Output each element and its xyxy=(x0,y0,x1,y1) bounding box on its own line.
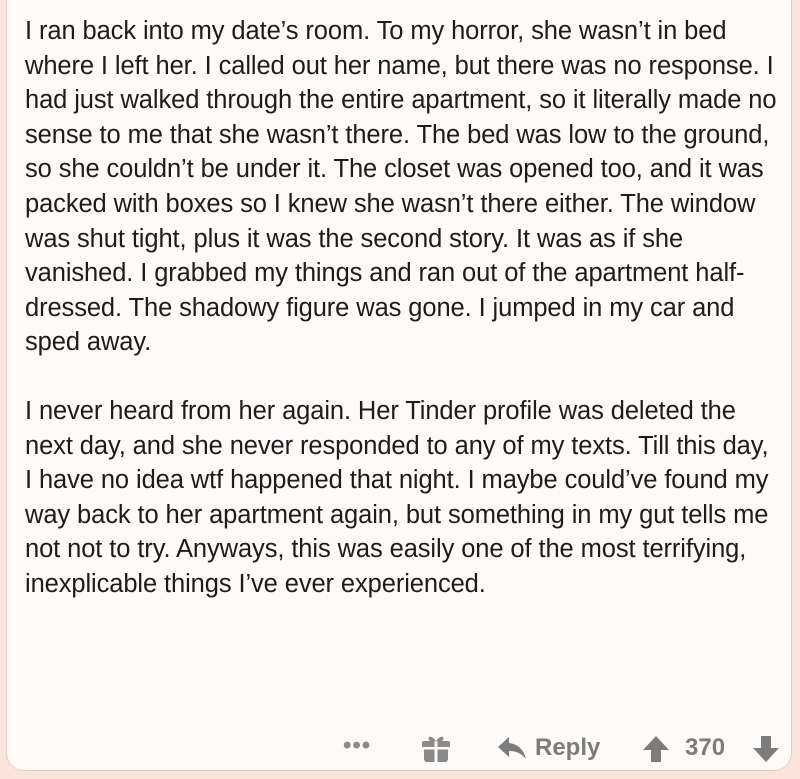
comment-paragraph-1: I ran back into my date’s room. To my ho… xyxy=(25,17,777,357)
downvote-arrow-icon[interactable] xyxy=(751,734,781,764)
reply-arrow-icon xyxy=(498,737,526,759)
reply-label: Reply xyxy=(535,734,601,761)
upvote-arrow-icon[interactable] xyxy=(641,734,671,764)
gift-icon[interactable] xyxy=(421,734,451,764)
comment-body: I ran back into my date’s room. To my ho… xyxy=(25,14,777,602)
vote-score: 370 xyxy=(685,734,726,761)
more-options-button[interactable]: ••• xyxy=(343,732,371,760)
comment-card: I ran back into my date’s room. To my ho… xyxy=(6,0,792,771)
comment-action-bar: ••• Reply 370 xyxy=(7,728,793,768)
comment-paragraph-2: I never heard from her again. Her Tinder… xyxy=(25,396,769,598)
reply-button[interactable]: Reply xyxy=(497,732,600,764)
